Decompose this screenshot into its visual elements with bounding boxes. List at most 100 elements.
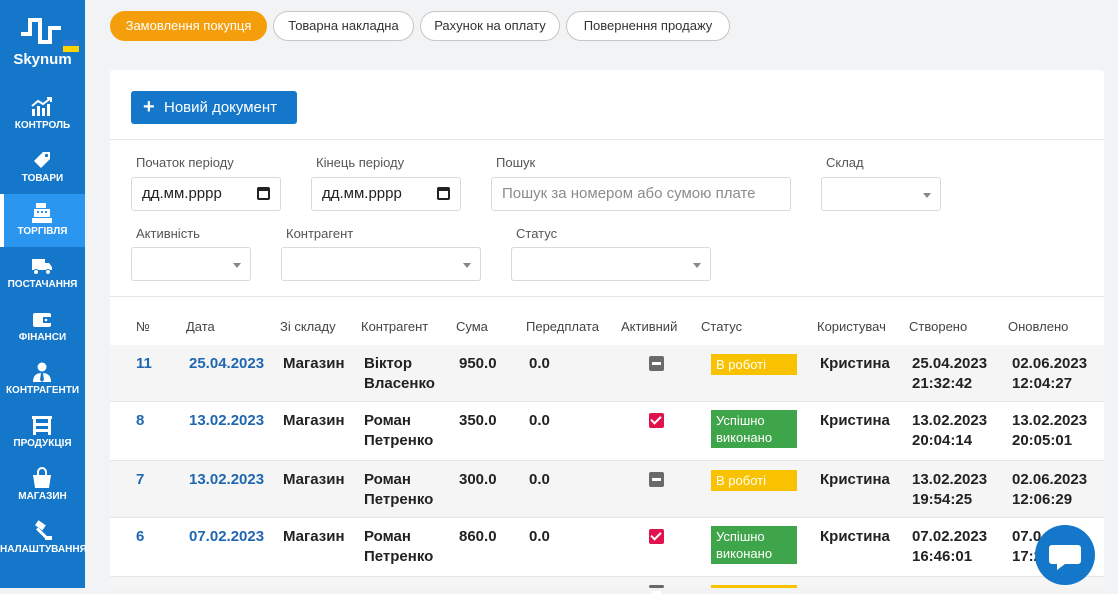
warehouse-cell: Магазин xyxy=(283,412,345,429)
activity-label: Активність xyxy=(136,226,200,241)
divider xyxy=(110,296,1104,297)
table-row[interactable]: 11 25.04.2023 Магазин Віктор Власенко 950… xyxy=(110,345,1104,402)
column-header-counterparty[interactable]: Контрагент xyxy=(361,319,428,334)
counterparty-select[interactable] xyxy=(281,247,481,281)
doc-date-link[interactable]: 07.02.2023 xyxy=(189,527,264,547)
sidebar-item-products[interactable]: Товари xyxy=(0,141,85,194)
cash-register-icon xyxy=(32,203,52,223)
created-date: 13.02.2023 xyxy=(912,471,988,488)
tab-payment-invoice[interactable]: Рахунок на оплату xyxy=(420,11,560,41)
sum-cell: 860.0 xyxy=(459,528,497,545)
search-input[interactable]: Пошук за номером або сумою плате xyxy=(491,177,791,211)
active-checkbox[interactable] xyxy=(649,472,664,487)
doc-date-link[interactable]: 13.02.2023 xyxy=(189,411,264,431)
doc-number-link[interactable]: 11 xyxy=(136,354,152,374)
sidebar-item-production[interactable]: Продукція xyxy=(0,406,85,459)
sidebar-item-trade[interactable]: Торгівля xyxy=(0,194,85,247)
period-end-input[interactable]: дд.мм.рррр xyxy=(311,177,461,211)
sidebar-item-label: Товари xyxy=(21,173,64,184)
period-start-value: дд.мм.рррр xyxy=(142,185,222,202)
updated-date: 02.06.2023 xyxy=(1012,471,1088,488)
warehouse-select[interactable] xyxy=(821,177,941,211)
status-select[interactable] xyxy=(511,247,711,281)
column-header-user[interactable]: Користувач xyxy=(817,319,886,334)
period-end-value: дд.мм.рррр xyxy=(322,185,402,202)
tab-goods-invoice[interactable]: Товарна накладна xyxy=(273,11,414,41)
calendar-icon[interactable] xyxy=(257,187,270,200)
table-row[interactable]: 6 07.02.2023 Магазин Роман Петренко 860.0… xyxy=(110,518,1104,577)
created-cell: 13.02.2023 20:04:14 xyxy=(912,411,987,451)
sidebar-item-label: Торгівля xyxy=(17,226,68,237)
table-row[interactable]: 7 13.02.2023 Магазин Роман Петренко 300.0… xyxy=(110,461,1104,518)
column-header-sum[interactable]: Сума xyxy=(456,319,488,334)
tag-icon xyxy=(34,152,50,168)
column-header-date[interactable]: Дата xyxy=(186,319,215,334)
new-document-label: Новий документ xyxy=(164,99,278,116)
sidebar-item-supply[interactable]: Постачання xyxy=(0,247,85,300)
column-header-updated[interactable]: Оновлено xyxy=(1008,319,1068,334)
table-row[interactable]: 8 13.02.2023 Магазин Роман Петренко 350.0… xyxy=(110,402,1104,461)
doc-number-link[interactable]: 6 xyxy=(136,527,144,547)
column-header-warehouse[interactable]: Зі складу xyxy=(280,319,336,334)
counterparty-cell: Віктор Власенко xyxy=(364,354,435,394)
column-header-prepayment[interactable]: Передплата xyxy=(526,319,599,334)
created-cell: 25.04.2023 21:32:42 xyxy=(912,354,987,394)
prepayment-cell: 0.0 xyxy=(529,528,550,545)
sidebar-item-label: Постачання xyxy=(7,279,78,290)
counterparty-first-name: Роман xyxy=(364,412,411,429)
logo[interactable]: Skynum xyxy=(0,10,85,72)
activity-select[interactable] xyxy=(131,247,251,281)
active-checkbox[interactable] xyxy=(649,529,664,544)
doc-number-link[interactable]: 8 xyxy=(136,411,144,431)
sidebar-item-label: Продукція xyxy=(13,438,72,449)
column-header-active[interactable]: Активний xyxy=(621,319,677,334)
new-document-button[interactable]: + Новий документ xyxy=(131,91,297,124)
divider xyxy=(110,139,1104,140)
user-cell: Кристина xyxy=(820,528,890,545)
sidebar-item-label: Фінанси xyxy=(18,332,67,343)
sidebar-item-finance[interactable]: Фінанси xyxy=(0,300,85,353)
active-checkbox[interactable] xyxy=(649,413,664,428)
warehouse-cell: Магазин xyxy=(283,355,345,372)
documents-panel: + Новий документ Початок періоду дд.мм.р… xyxy=(110,70,1104,594)
factory-icon xyxy=(32,416,52,435)
chevron-down-icon xyxy=(463,263,471,268)
brand-name: Skynum xyxy=(13,51,72,68)
created-time: 21:32:42 xyxy=(912,375,973,392)
period-start-input[interactable]: дд.мм.рррр xyxy=(131,177,281,211)
created-date: 07.02.2023 xyxy=(912,528,988,545)
status-badge: Успішно виконано xyxy=(711,526,797,564)
column-header-status[interactable]: Статус xyxy=(701,319,742,334)
tab-customer-order[interactable]: Замовлення покупця xyxy=(110,11,267,41)
warehouse-cell: Магазин xyxy=(283,471,345,488)
updated-date: 02.06.2023 xyxy=(1012,355,1088,372)
table-row[interactable] xyxy=(110,577,1104,594)
sidebar-item-label: Контрагенти xyxy=(5,385,80,396)
status-text: В роботі xyxy=(716,357,766,372)
warehouse-label: Склад xyxy=(826,155,864,170)
created-time: 16:46:01 xyxy=(912,548,973,565)
chevron-down-icon xyxy=(233,263,241,268)
chat-button[interactable] xyxy=(1035,525,1095,585)
user-cell: Кристина xyxy=(820,471,890,488)
column-header-number[interactable]: № xyxy=(136,319,150,334)
sum-cell: 300.0 xyxy=(459,471,497,488)
counterparty-last-name: Петренко xyxy=(364,491,434,508)
column-header-created[interactable]: Створено xyxy=(909,319,967,334)
sidebar-item-control[interactable]: Контроль xyxy=(0,88,85,141)
sidebar-item-shop[interactable]: Магазин xyxy=(0,459,85,512)
tab-sales-return[interactable]: Повернення продажу xyxy=(566,11,730,41)
doc-date-link[interactable]: 25.04.2023 xyxy=(189,354,264,374)
doc-date-link[interactable]: 13.02.2023 xyxy=(189,470,264,490)
created-cell: 13.02.2023 19:54:25 xyxy=(912,470,987,510)
calendar-icon[interactable] xyxy=(437,187,450,200)
hammer-icon xyxy=(35,520,52,540)
doc-number-link[interactable]: 7 xyxy=(136,470,144,490)
chart-up-icon xyxy=(31,97,52,116)
active-checkbox[interactable] xyxy=(649,356,664,371)
user-cell: Кристина xyxy=(820,355,890,372)
counterparty-last-name: Петренко xyxy=(364,432,434,449)
sidebar-item-counterparties[interactable]: Контрагенти xyxy=(0,353,85,406)
sidebar-item-settings[interactable]: Налаштування xyxy=(0,512,87,565)
status-text-line2: виконано xyxy=(716,430,773,445)
